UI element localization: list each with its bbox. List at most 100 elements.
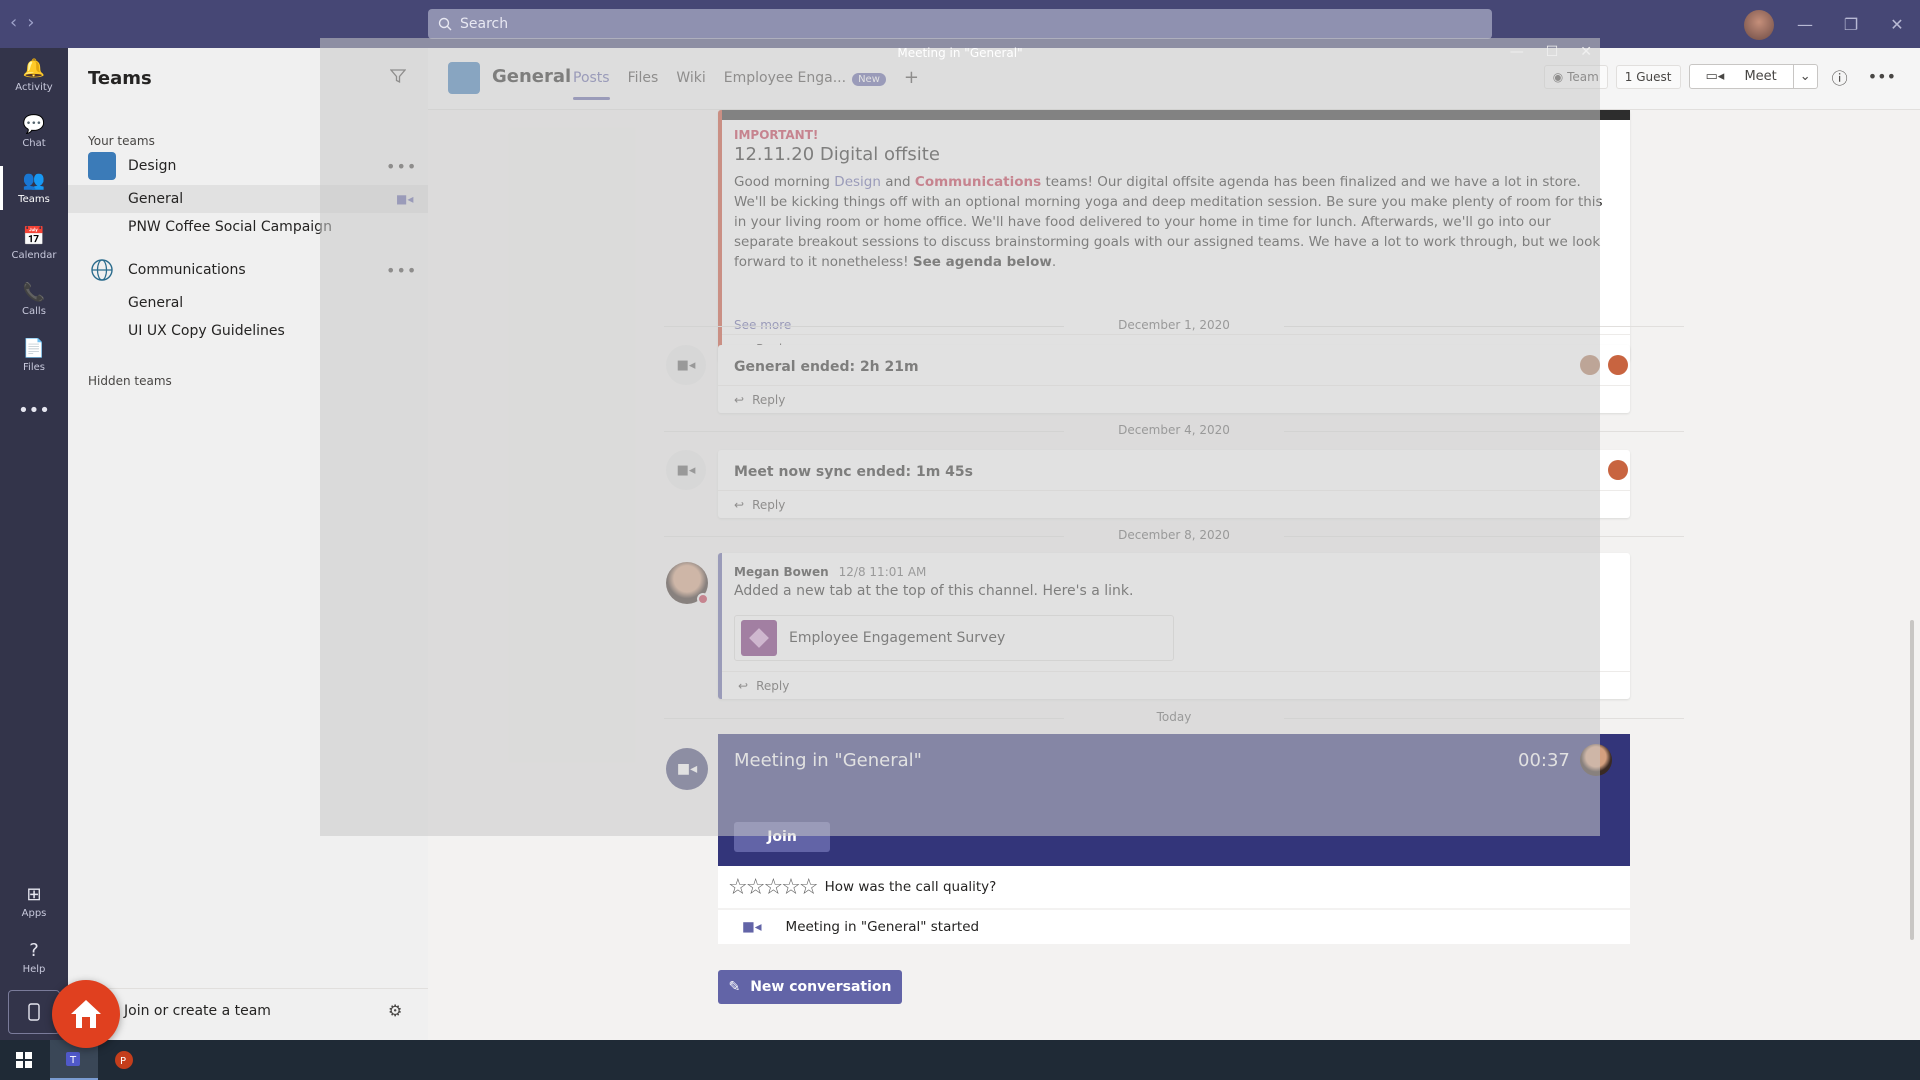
channel-name: General: [128, 191, 184, 207]
hidden-teams-label[interactable]: Hidden teams: [88, 374, 172, 388]
team-pill[interactable]: ◉ Team: [1543, 64, 1608, 89]
rail-item-more[interactable]: •••: [0, 384, 68, 440]
windows-start-icon[interactable]: [0, 1040, 48, 1080]
eye-icon: ◉: [1552, 69, 1568, 84]
rail-item-calls[interactable]: 📞 Calls: [0, 272, 68, 328]
post-time: 12/8 11:01 AM: [838, 565, 927, 579]
participant-avatar[interactable]: [1580, 744, 1612, 776]
channel-pnw-coffee[interactable]: PNW Coffee Social Campaign: [68, 213, 428, 241]
calendar-icon: 📅: [22, 226, 46, 247]
video-camera-icon: ■◂: [396, 192, 414, 206]
channel-name: UI UX Copy Guidelines: [128, 323, 285, 339]
video-camera-icon: ■◂: [742, 919, 762, 935]
megan-post: Megan Bowen 12/8 11:01 AM Added a new tab…: [718, 553, 1630, 699]
meeting-ended-icon: ■◂: [666, 345, 706, 385]
channel-title: General: [492, 66, 572, 87]
teams-panel: Teams Your teams Design ••• General ■◂ P…: [68, 48, 428, 1040]
design-mention[interactable]: Design: [834, 174, 881, 190]
tab-employee-engagement[interactable]: Employee Enga... New: [724, 70, 886, 100]
meeting-ended-post: General ended: 2h 21m ↩ Reply: [718, 345, 1630, 413]
forward-arrow-icon[interactable]: ›: [27, 12, 34, 33]
gear-icon[interactable]: ⚙: [388, 1001, 402, 1020]
reply-label: Reply: [752, 497, 786, 512]
join-button[interactable]: Join: [734, 822, 830, 852]
team-name: Communications: [128, 262, 246, 278]
team-design[interactable]: Design •••: [68, 152, 428, 180]
team-communications[interactable]: Communications •••: [68, 256, 428, 284]
rail-label: Calls: [22, 306, 46, 317]
rail-item-help[interactable]: ? Help: [0, 930, 68, 986]
minimize-icon[interactable]: —: [1782, 0, 1828, 48]
guest-pill[interactable]: 1 Guest: [1615, 64, 1681, 89]
filter-icon[interactable]: [389, 68, 407, 89]
more-options-icon[interactable]: •••: [386, 157, 417, 176]
new-conversation-button[interactable]: ✎ New conversation: [718, 970, 902, 1004]
profile-avatar[interactable]: [1744, 10, 1774, 40]
home-button[interactable]: [52, 980, 120, 1048]
meeting-started-row: ■◂ Meeting in "General" started: [718, 910, 1630, 944]
tab-files[interactable]: Files: [628, 70, 659, 100]
rail-item-files[interactable]: 📄 Files: [0, 328, 68, 384]
chevron-down-icon[interactable]: ⌄: [1792, 65, 1817, 88]
rail-item-chat[interactable]: 💬 Chat: [0, 104, 68, 160]
channel-comms-general[interactable]: General: [68, 289, 428, 317]
meeting-ended-icon: ■◂: [666, 450, 706, 490]
presence-dnd-badge: [697, 593, 709, 605]
channel-header: General Posts Files Wiki Employee Enga..…: [428, 48, 1920, 110]
tab-card-name: Employee Engagement Survey: [789, 630, 1006, 646]
bell-icon: 🔔: [22, 58, 46, 79]
meeting-ended-post: Meet now sync ended: 1m 45s ↩ Reply: [718, 450, 1630, 518]
back-arrow-icon[interactable]: ‹: [10, 12, 17, 33]
author-name[interactable]: Megan Bowen: [734, 565, 829, 579]
scrollbar[interactable]: [1910, 620, 1914, 940]
add-tab-icon[interactable]: +: [904, 67, 919, 100]
team-avatar: [88, 152, 116, 180]
info-icon[interactable]: ⓘ: [1826, 65, 1854, 89]
header-actions: ◉ Team 1 Guest ▭◂ Meet ⌄ ⓘ •••: [1543, 64, 1902, 89]
post-message: Added a new tab at the top of this chann…: [734, 583, 1134, 599]
rail-item-activity[interactable]: 🔔 Activity: [0, 48, 68, 104]
meet-button[interactable]: ▭◂ Meet ⌄: [1688, 64, 1818, 89]
rail-item-calendar[interactable]: 📅 Calendar: [0, 216, 68, 272]
search-input[interactable]: [460, 16, 1360, 32]
rail-label: Teams: [18, 194, 50, 205]
tab-posts[interactable]: Posts: [573, 70, 610, 100]
participant-avatar[interactable]: [1608, 460, 1628, 480]
more-options-icon[interactable]: •••: [1862, 67, 1902, 86]
rail-label: Files: [23, 362, 45, 373]
date-separator: December 8, 2020: [664, 528, 1684, 542]
restore-icon[interactable]: ❐: [1828, 0, 1874, 48]
more-options-icon[interactable]: •••: [386, 261, 417, 280]
meeting-ended-text: Meet now sync ended: 1m 45s: [734, 464, 973, 480]
team-name: Design: [128, 158, 177, 174]
post-author: Megan Bowen 12/8 11:01 AM: [734, 565, 926, 579]
close-icon[interactable]: ✕: [1874, 0, 1920, 48]
your-teams-label: Your teams: [88, 134, 155, 148]
communications-mention[interactable]: Communications: [915, 174, 1041, 190]
search-icon: [438, 17, 452, 31]
search-box[interactable]: [428, 9, 1492, 39]
rail-label: Calendar: [11, 250, 57, 261]
participant-avatar[interactable]: [1608, 355, 1628, 375]
meeting-started-text: Meeting in "General" started: [785, 919, 980, 935]
star-rating-icon[interactable]: ☆☆☆☆☆: [728, 875, 819, 900]
body-text: .: [1051, 254, 1057, 270]
powerpoint-taskbar-icon[interactable]: P: [100, 1040, 148, 1080]
tab-link-card[interactable]: Employee Engagement Survey: [734, 615, 1174, 661]
body-text: Good morning: [734, 174, 835, 190]
join-create-team[interactable]: Join or create a team ⚙: [68, 988, 428, 1032]
channel-ui-ux-copy[interactable]: UI UX Copy Guidelines: [68, 317, 428, 345]
channel-design-general[interactable]: General ■◂: [68, 185, 428, 213]
participant-avatar[interactable]: [1580, 355, 1600, 375]
tab-wiki[interactable]: Wiki: [676, 70, 705, 100]
reply-button[interactable]: ↩ Reply: [718, 490, 1630, 518]
meet-label: Meet: [1744, 69, 1777, 84]
teams-icon: 👥: [22, 170, 46, 191]
reply-button[interactable]: ↩ Reply: [722, 671, 1630, 699]
rail-item-apps[interactable]: ⊞ Apps: [0, 874, 68, 930]
reply-button[interactable]: ↩ Reply: [718, 385, 1630, 413]
rail-label: Chat: [22, 138, 46, 149]
body-text: and: [880, 174, 915, 190]
reply-label: Reply: [752, 392, 786, 407]
rail-item-teams[interactable]: 👥 Teams: [0, 160, 68, 216]
